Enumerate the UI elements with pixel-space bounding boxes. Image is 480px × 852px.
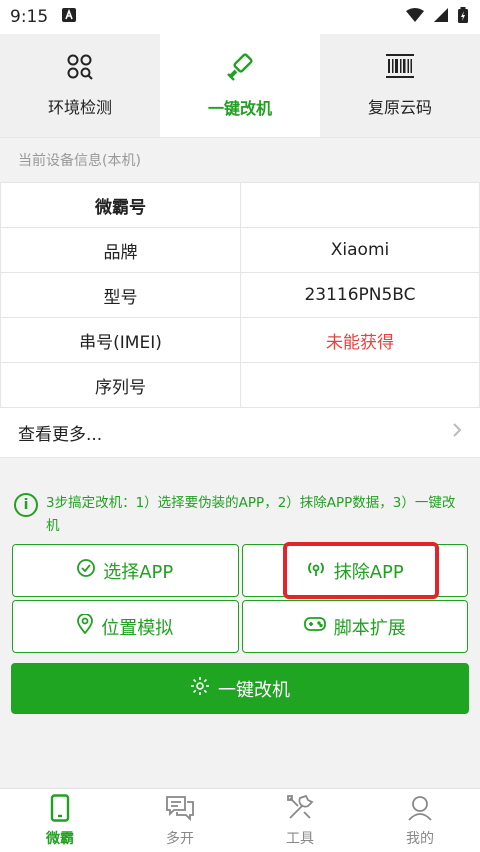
row-value: 23116PN5BC: [240, 272, 480, 318]
row-key: 品牌: [0, 227, 241, 273]
status-bar: 9:15: [0, 0, 480, 34]
nav-label: 工具: [286, 830, 314, 847]
wifi-icon: [406, 7, 424, 27]
nav-label: 多开: [166, 830, 194, 847]
erase-app-button[interactable]: 抹除APP: [241, 542, 468, 599]
script-extension-button[interactable]: 脚本扩展: [241, 600, 468, 653]
row-value: [240, 182, 480, 228]
nav-label: 微霸: [46, 830, 74, 847]
sparkle-icon: [190, 676, 210, 701]
location-pin-icon: [77, 613, 94, 639]
table-row: 序列号: [0, 362, 480, 408]
view-more-label: 查看更多...: [18, 425, 103, 445]
button-label: 脚本扩展: [333, 617, 406, 639]
button-label: 一键改机: [218, 679, 290, 701]
barcode-icon: [386, 53, 414, 84]
location-sim-button[interactable]: 位置模拟: [12, 600, 239, 653]
nav-item-multi-open[interactable]: 多开: [120, 789, 240, 852]
view-more-row[interactable]: 查看更多...: [0, 408, 480, 458]
nav-label: 我的: [406, 830, 434, 847]
button-label: 抹除APP: [333, 561, 404, 583]
row-key: 型号: [0, 272, 241, 318]
tab-label: 环境检测: [47, 97, 112, 117]
tab-label: 复原云码: [367, 97, 432, 117]
broadcast-icon: [306, 559, 326, 582]
phone-icon: [50, 793, 70, 826]
notification-app-icon: [62, 7, 77, 27]
top-tab-bar: 环境检测 一键改机 复原云码: [0, 34, 480, 138]
action-grid: 选择APP 抹除APP 位置模拟 脚本扩展: [0, 538, 480, 653]
device-info-table: 微霸号 品牌 Xiaomi 型号 23116PN5BC 串号(IMEI) 未能获…: [0, 182, 480, 408]
nav-item-weiba[interactable]: 微霸: [0, 789, 120, 852]
four-circles-search-icon: [67, 54, 93, 84]
tab-label: 一键改机: [207, 98, 272, 118]
chevron-right-icon: [452, 422, 462, 443]
person-icon: [407, 794, 433, 826]
paint-roller-icon: [226, 52, 254, 85]
row-key: 串号(IMEI): [0, 317, 241, 363]
button-label: 位置模拟: [101, 617, 174, 639]
row-key: 微霸号: [0, 182, 241, 228]
row-value: Xiaomi: [240, 227, 480, 273]
nav-item-tools[interactable]: 工具: [240, 789, 360, 852]
signal-icon: [434, 7, 448, 27]
nav-item-mine[interactable]: 我的: [360, 789, 480, 852]
bottom-nav: 微霸 多开 工具 我的: [0, 788, 480, 852]
tab-environment-check[interactable]: 环境检测: [0, 34, 160, 137]
table-row: 品牌 Xiaomi: [0, 227, 480, 273]
tab-restore-cloud-code[interactable]: 复原云码: [320, 34, 480, 137]
row-value: [240, 362, 480, 408]
tools-icon: [286, 794, 314, 826]
table-row: 型号 23116PN5BC: [0, 272, 480, 318]
chat-icon: [165, 794, 195, 826]
device-info-title: 当前设备信息(本机): [18, 153, 141, 169]
battery-icon: [458, 6, 468, 28]
select-app-button[interactable]: 选择APP: [12, 544, 239, 597]
check-circle-icon: [77, 559, 96, 582]
tip-text: 3步搞定改机：1）选择要伪装的APP，2）抹除APP数据，3）一键改机: [46, 495, 456, 534]
table-row: 串号(IMEI) 未能获得: [0, 317, 480, 363]
gamepad-icon: [303, 616, 326, 637]
status-time: 9:15: [10, 7, 49, 27]
button-label: 选择APP: [103, 561, 174, 583]
table-row: 微霸号: [0, 182, 480, 228]
info-icon: i: [14, 493, 38, 517]
tab-one-key-modify[interactable]: 一键改机: [160, 34, 320, 137]
one-key-modify-button[interactable]: 一键改机: [11, 663, 469, 714]
steps-tip: i 3步搞定改机：1）选择要伪装的APP，2）抹除APP数据，3）一键改机: [0, 458, 480, 538]
row-key: 序列号: [0, 362, 241, 408]
row-value: 未能获得: [240, 317, 480, 363]
